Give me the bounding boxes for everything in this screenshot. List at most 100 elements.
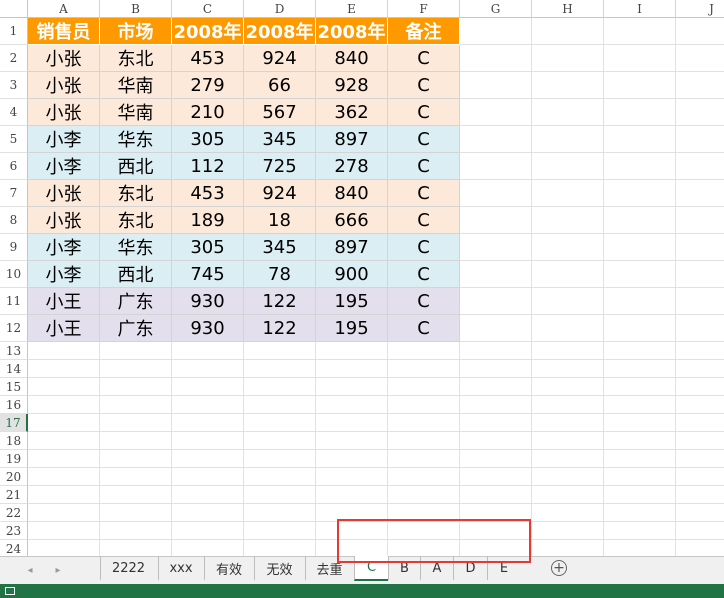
empty-cell[interactable] [676,360,724,378]
empty-cell[interactable] [604,414,676,432]
empty-cell[interactable] [244,522,316,540]
row-header-14[interactable]: 14 [0,360,28,378]
empty-cell[interactable] [604,180,676,207]
row-header-7[interactable]: 7 [0,180,28,207]
table-cell[interactable]: 西北 [100,153,172,180]
empty-cell[interactable] [604,540,676,556]
empty-cell[interactable] [604,432,676,450]
empty-cell[interactable] [244,540,316,556]
row-header-11[interactable]: 11 [0,288,28,315]
table-cell[interactable]: 东北 [100,45,172,72]
empty-cell[interactable] [316,342,388,360]
table-cell[interactable]: 小李 [28,126,100,153]
empty-cell[interactable] [532,261,604,288]
empty-cell[interactable] [28,396,100,414]
empty-cell[interactable] [604,522,676,540]
empty-cell[interactable] [532,72,604,99]
table-cell[interactable]: C [388,261,460,288]
empty-cell[interactable] [28,522,100,540]
empty-cell[interactable] [604,342,676,360]
empty-cell[interactable] [244,378,316,396]
empty-cell[interactable] [460,378,532,396]
sheet-tab-无效[interactable]: 无效 [254,556,304,580]
empty-cell[interactable] [604,153,676,180]
empty-cell[interactable] [676,450,724,468]
empty-cell[interactable] [532,234,604,261]
empty-cell[interactable] [28,468,100,486]
empty-cell[interactable] [244,486,316,504]
empty-cell[interactable] [388,540,460,556]
empty-cell[interactable] [388,468,460,486]
table-cell[interactable]: 78 [244,261,316,288]
empty-cell[interactable] [244,414,316,432]
empty-cell[interactable] [100,486,172,504]
table-cell[interactable]: 278 [316,153,388,180]
row-header-12[interactable]: 12 [0,315,28,342]
empty-cell[interactable] [460,540,532,556]
empty-cell[interactable] [532,360,604,378]
prev-sheet-arrow-icon[interactable]: ◂ [22,561,38,579]
table-cell[interactable]: 567 [244,99,316,126]
empty-cell[interactable] [676,540,724,556]
empty-cell[interactable] [676,207,724,234]
empty-cell[interactable] [172,468,244,486]
table-cell[interactable]: 广东 [100,315,172,342]
empty-cell[interactable] [460,288,532,315]
empty-cell[interactable] [676,522,724,540]
empty-cell[interactable] [676,180,724,207]
empty-cell[interactable] [316,450,388,468]
table-cell[interactable]: C [388,153,460,180]
empty-cell[interactable] [676,486,724,504]
empty-cell[interactable] [244,468,316,486]
sheet-tab-去重[interactable]: 去重 [305,556,353,580]
table-cell[interactable]: 897 [316,126,388,153]
table-cell[interactable]: 930 [172,315,244,342]
table-cell[interactable]: 小李 [28,234,100,261]
table-header-cell[interactable]: 市场 [100,18,172,45]
empty-cell[interactable] [244,342,316,360]
sheet-tab-C[interactable]: C [354,556,388,581]
table-cell[interactable]: 362 [316,99,388,126]
table-header-cell[interactable]: 2008年 [316,18,388,45]
table-cell[interactable]: 华南 [100,72,172,99]
empty-cell[interactable] [244,432,316,450]
column-header-d[interactable]: D [244,0,316,18]
empty-cell[interactable] [460,414,532,432]
table-cell[interactable]: 小李 [28,261,100,288]
empty-cell[interactable] [676,126,724,153]
empty-cell[interactable] [676,45,724,72]
sheet-tab-有效[interactable]: 有效 [204,556,253,580]
empty-cell[interactable] [28,414,100,432]
empty-cell[interactable] [172,540,244,556]
empty-cell[interactable] [532,486,604,504]
table-cell[interactable]: C [388,234,460,261]
table-cell[interactable]: C [388,180,460,207]
table-cell[interactable]: 112 [172,153,244,180]
table-header-cell[interactable]: 销售员 [28,18,100,45]
row-header-10[interactable]: 10 [0,261,28,288]
empty-cell[interactable] [460,315,532,342]
empty-cell[interactable] [172,396,244,414]
empty-cell[interactable] [316,540,388,556]
empty-cell[interactable] [676,153,724,180]
empty-cell[interactable] [316,360,388,378]
empty-cell[interactable] [532,504,604,522]
table-cell[interactable]: 305 [172,126,244,153]
table-cell[interactable]: 195 [316,288,388,315]
table-cell[interactable]: 928 [316,72,388,99]
empty-cell[interactable] [460,234,532,261]
sheet-tab-B[interactable]: B [388,556,420,580]
table-cell[interactable]: 897 [316,234,388,261]
sheet-tab-xxx[interactable]: xxx [158,556,203,580]
table-header-cell[interactable]: 备注 [388,18,460,45]
empty-cell[interactable] [28,360,100,378]
empty-cell[interactable] [100,432,172,450]
row-header-18[interactable]: 18 [0,432,28,450]
table-cell[interactable]: 122 [244,288,316,315]
spreadsheet-grid[interactable]: A B C D E F G H I J 1 2 3 4 5 6 7 8 9 10 11 12 13 14 15 16 17 18 19 2… [0,0,724,556]
empty-cell[interactable] [532,18,604,45]
table-cell[interactable]: 930 [172,288,244,315]
next-sheet-arrow-icon[interactable]: ▸ [50,561,66,579]
empty-cell[interactable] [532,414,604,432]
table-cell[interactable]: C [388,207,460,234]
